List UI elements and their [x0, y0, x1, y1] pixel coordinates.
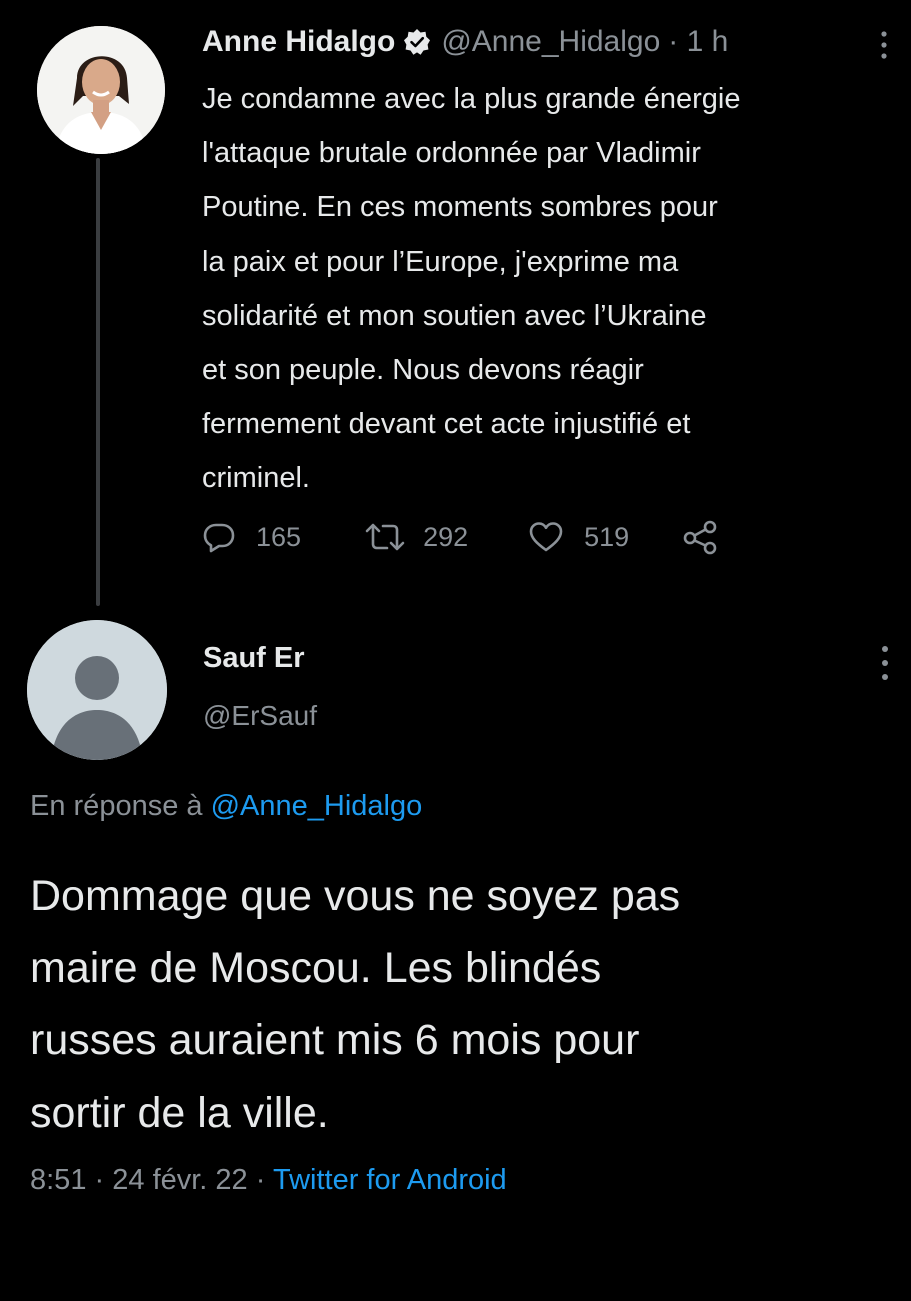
like-button[interactable]: 519	[528, 520, 629, 554]
in-reply-handle-link[interactable]: @Anne_Hidalgo	[211, 790, 423, 822]
in-reply-to: En réponse à @Anne_Hidalgo	[30, 790, 422, 823]
reply-text: Dommage que vous ne soyez pas maire de M…	[30, 860, 900, 1149]
author-name[interactable]: Anne Hidalgo	[202, 25, 395, 59]
retweet-button[interactable]: 292	[363, 520, 468, 554]
reply-text-line: Dommage que vous ne soyez pas	[30, 872, 681, 920]
tweet-text-line: Je condamne avec la plus grande énergie	[202, 83, 741, 115]
heart-icon	[528, 520, 564, 554]
tweet-text-line: fermement devant cet acte injustifié et	[202, 408, 691, 441]
tweet-text-line: solidarité et mon soutien avec l’Ukraine	[202, 299, 707, 332]
reply-text-line: maire de Moscou. Les blindés	[30, 944, 602, 993]
more-vertical-icon[interactable]	[874, 642, 896, 684]
reply-count: 165	[256, 521, 302, 552]
tweet-timestamp[interactable]: 8:51	[30, 1164, 86, 1196]
tweet-source-link[interactable]: Twitter for Android	[273, 1164, 507, 1196]
reply-text-line: russes auraient mis 6 mois pour	[30, 1016, 640, 1065]
tweet-metadata: 8:51 · 24 févr. 22 · Twitter for Android	[30, 1164, 507, 1197]
meta-separator: ·	[94, 1164, 105, 1196]
reply-icon	[202, 520, 236, 554]
reply-author-avatar[interactable]	[27, 620, 167, 760]
tweet-text-line: Poutine. En ces moments sombres pour	[202, 191, 718, 224]
tweet-text: Je condamne avec la plus grande énergie …	[202, 72, 902, 506]
thread-connector	[96, 158, 100, 606]
author-avatar[interactable]	[37, 26, 165, 154]
reply-button[interactable]: 165	[202, 520, 301, 554]
tweet-date[interactable]: 24 févr. 22	[112, 1164, 247, 1196]
author-handle[interactable]: @Anne_Hidalgo	[441, 25, 660, 59]
like-count: 519	[584, 521, 630, 552]
in-reply-label: En réponse à	[30, 790, 203, 822]
reply-author-handle[interactable]: @ErSauf	[203, 700, 317, 732]
tweet-header: Anne Hidalgo @Anne_Hidalgo · 1 h	[202, 22, 728, 62]
retweet-count: 292	[423, 521, 469, 552]
tweet-actions: 165 292 519	[202, 512, 721, 562]
verified-badge-icon	[403, 28, 431, 56]
tweet-time[interactable]: · 1 h	[668, 25, 728, 59]
share-button[interactable]	[681, 519, 721, 555]
reply-author-name[interactable]: Sauf Er	[203, 642, 305, 675]
tweet-text-line: la paix et pour l’Europe, j'exprime ma	[202, 245, 679, 278]
reply-text-line: sortir de la ville.	[30, 1088, 329, 1137]
tweet-text-line: criminel.	[202, 462, 310, 495]
share-icon	[681, 519, 721, 555]
retweet-icon	[363, 520, 407, 554]
tweet-text-line: l'attaque brutale ordonnée par Vladimir	[202, 137, 701, 170]
tweet-text-line: et son peuple. Nous devons réagir	[202, 354, 644, 387]
meta-separator: ·	[255, 1164, 266, 1196]
more-vertical-icon[interactable]	[873, 28, 895, 62]
